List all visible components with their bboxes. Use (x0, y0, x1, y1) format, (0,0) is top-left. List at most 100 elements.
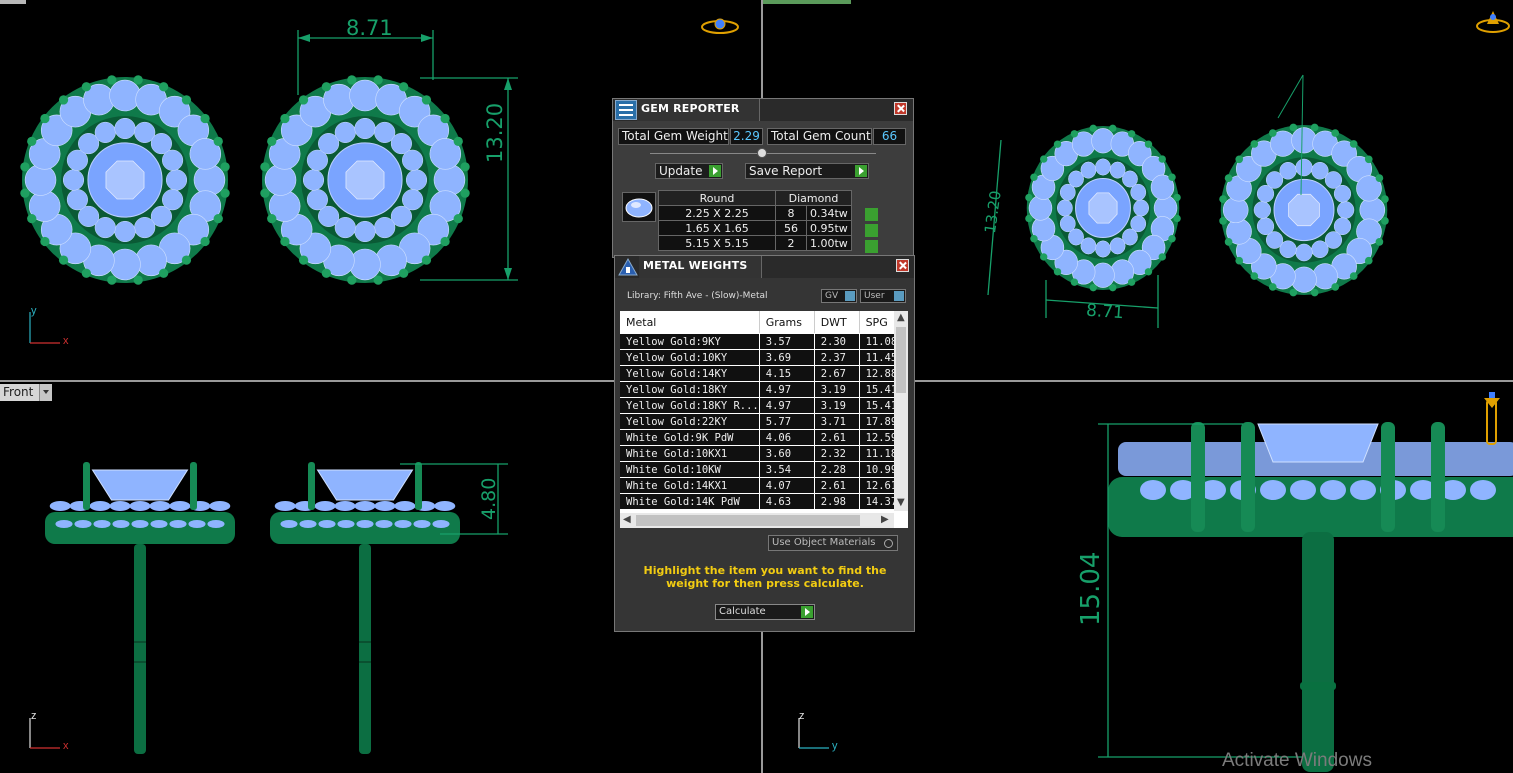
halo-gem (413, 520, 431, 528)
gv-toggle[interactable]: GV (821, 289, 857, 303)
update-button[interactable]: Update (655, 163, 723, 179)
metal-weights-titlebar[interactable]: METAL WEIGHTS (615, 256, 914, 278)
prong (1381, 422, 1395, 532)
metal-cell-dwt: 3.19 (814, 381, 860, 398)
halo-gem (129, 501, 151, 511)
save-report-button[interactable]: Save Report (745, 163, 869, 179)
gem-row-select-button[interactable] (865, 224, 878, 237)
gem-row[interactable]: 2.25 X 2.25 8 0.34tw (658, 205, 852, 221)
inner-gem (1337, 201, 1355, 219)
halo-gem (74, 520, 92, 528)
prong (1144, 268, 1153, 276)
inner-gem (1253, 201, 1271, 219)
prong (1040, 155, 1048, 163)
prong (133, 275, 143, 285)
viewport-label-front[interactable]: Front (0, 384, 53, 401)
ring-side-icon[interactable] (1481, 392, 1503, 448)
play-icon (801, 606, 813, 618)
halo-gem (109, 501, 131, 511)
metal-weights-close-button[interactable] (896, 259, 909, 272)
gem-reporter-icon (615, 100, 637, 120)
prong (298, 95, 309, 105)
gem-reporter-titlebar[interactable]: GEM REPORTER (613, 99, 913, 121)
metal-weights-table[interactable]: Metal Grams DWT SPG Yellow Gold:9KY 3.57 2… (620, 311, 908, 528)
radio-icon[interactable] (884, 539, 893, 548)
halo-gem (394, 501, 416, 511)
prong (280, 236, 290, 247)
scroll-thumb[interactable] (896, 327, 906, 393)
metal-table-vertical-scrollbar[interactable]: ▲ ▼ (894, 311, 908, 511)
metal-cell-grams: 4.07 (759, 477, 815, 494)
gem-row[interactable]: 5.15 X 5.15 2 1.00tw (658, 235, 852, 251)
metal-row[interactable]: White Gold:14K PdW 4.63 2.98 14.37 (620, 493, 908, 510)
scroll-thumb[interactable] (636, 515, 860, 526)
user-toggle[interactable]: User (860, 289, 906, 303)
halo-gem (1290, 480, 1316, 500)
gem-row-select-button[interactable] (865, 240, 878, 253)
halo-gem (1350, 480, 1376, 500)
prong (181, 255, 192, 265)
viewport-tab[interactable] (763, 0, 851, 4)
chevron-down-icon[interactable] (39, 384, 53, 401)
metal-row[interactable]: White Gold:10KX1 3.60 2.32 11.18 (620, 445, 908, 462)
col-metal-header[interactable]: Metal (620, 311, 760, 334)
metal-cell-metal: White Gold:14KX1 (620, 477, 760, 494)
metal-row[interactable]: White Gold:10KW 3.54 2.28 10.99 (620, 461, 908, 478)
metal-row[interactable]: Yellow Gold:10KY 3.69 2.37 11.45 (620, 349, 908, 366)
prong (1158, 155, 1166, 163)
center-gem (316, 469, 414, 501)
gem-weight: 1.00tw (806, 235, 852, 251)
inner-gem (1295, 243, 1313, 262)
halo-gem (299, 520, 317, 528)
gem-row[interactable]: 1.65 X 1.65 56 0.95tw (658, 220, 852, 236)
prong (1127, 130, 1136, 138)
prong (1030, 235, 1038, 243)
prong (220, 188, 230, 198)
prong (1168, 173, 1176, 181)
prong (1235, 155, 1244, 164)
metal-row[interactable]: Yellow Gold:9KY 3.57 2.30 11.08 (620, 333, 908, 350)
collapse-toggle-icon[interactable] (757, 148, 767, 158)
col-dwt-header[interactable]: DWT (814, 311, 860, 334)
prong (107, 75, 117, 85)
scroll-left-icon[interactable]: ◀ (623, 514, 631, 525)
save-report-button-label: Save Report (749, 164, 823, 178)
axis-y-label: y (31, 305, 37, 317)
prong (1268, 283, 1277, 291)
inner-gem (334, 121, 356, 143)
halo-gem (1320, 480, 1346, 500)
total-gem-count-label: Total Gem Count (767, 128, 872, 145)
ring-view-icon[interactable] (698, 15, 742, 39)
metal-row[interactable]: White Gold:9K PdW 4.06 2.61 12.59 (620, 429, 908, 446)
metal-row[interactable]: Yellow Gold:18KY 4.97 3.19 15.41 (620, 381, 908, 398)
halo-gem (131, 520, 149, 528)
prong (421, 255, 432, 265)
col-grams-header[interactable]: Grams (759, 311, 815, 334)
gem-reporter-close-button[interactable] (894, 102, 907, 115)
metal-row[interactable]: Yellow Gold:18KY R... 4.97 3.19 15.41 (620, 397, 908, 414)
scroll-up-icon[interactable]: ▲ (897, 312, 905, 323)
prong (1250, 140, 1259, 148)
calculate-button[interactable]: Calculate (715, 604, 815, 620)
inner-gem (354, 117, 376, 140)
halo-gem (109, 79, 141, 112)
prong (1158, 253, 1166, 261)
viewport-tab[interactable] (0, 0, 26, 4)
prong (220, 162, 230, 172)
inner-gem (402, 149, 424, 171)
metal-table-horizontal-scrollbar[interactable]: ◀ ▶ (620, 513, 894, 528)
prong (190, 462, 197, 510)
ring-perspective-icon[interactable] (1473, 6, 1513, 36)
gem-row-select-button[interactable] (865, 208, 878, 221)
inner-gem (374, 217, 396, 239)
metal-row[interactable]: Yellow Gold:22KY 5.77 3.71 17.89 (620, 413, 908, 430)
use-object-materials-option[interactable]: Use Object Materials (768, 535, 898, 551)
halo-gem (112, 520, 130, 528)
center-gem-facet (1288, 193, 1320, 227)
inner-gem (114, 117, 136, 140)
metal-row[interactable]: Yellow Gold:14KY 4.15 2.67 12.88 (620, 365, 908, 382)
inner-gem (405, 169, 428, 191)
scroll-down-icon[interactable]: ▼ (897, 497, 905, 508)
scroll-right-icon[interactable]: ▶ (881, 514, 889, 525)
metal-row[interactable]: White Gold:14KX1 4.07 2.61 12.61 (620, 477, 908, 494)
